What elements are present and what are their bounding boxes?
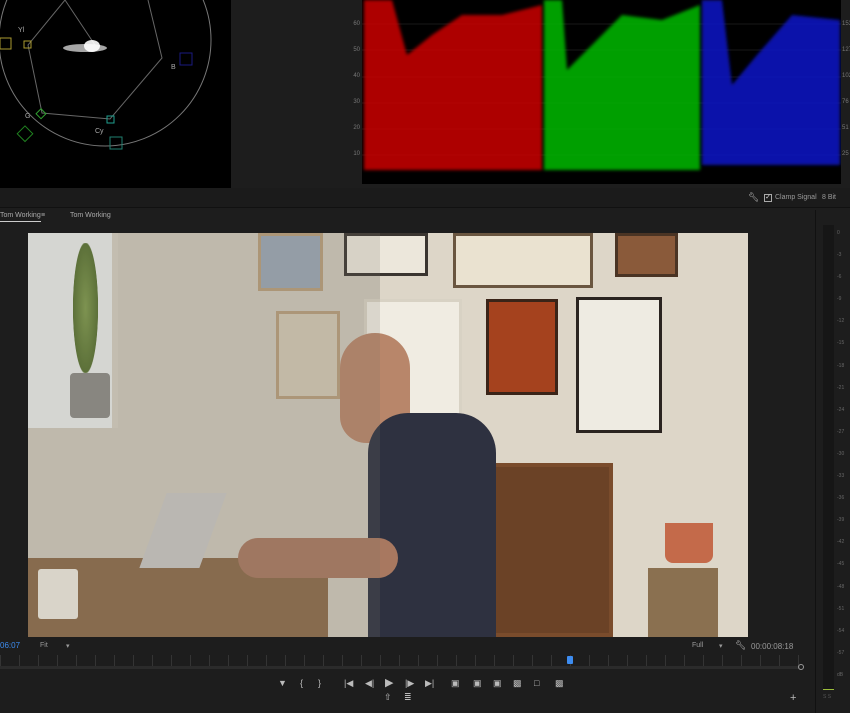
- vector-label-blue: B: [171, 64, 176, 71]
- monitor-tabs: Tom Working ≡ Tom Working: [0, 208, 815, 228]
- vectorscope-panel: Yl B G Cy: [0, 0, 231, 188]
- meter-bar: [823, 225, 834, 690]
- rgb-parade-waveform: [362, 0, 841, 184]
- vector-label-cyan: Cy: [95, 128, 104, 135]
- meter-scale: 0 -3 -6 -9 -12 -15 -18 -21 -24 -27 -30 -33 -36 -39 -42…: [837, 230, 845, 678]
- wrench-icon[interactable]: 🔧︎: [748, 192, 759, 203]
- tab-tom-working-active[interactable]: Tom Working: [0, 212, 41, 222]
- parade-graph: [362, 0, 841, 170]
- insert-icon[interactable]: ▩: [513, 678, 522, 689]
- solo-buttons[interactable]: S S: [823, 694, 831, 700]
- vector-label-yellow: Yl: [18, 27, 25, 34]
- clamp-signal-checkbox[interactable]: ✓: [764, 194, 772, 202]
- extract-icon[interactable]: ▣: [473, 678, 482, 689]
- bit-depth-select[interactable]: 8 Bit: [822, 194, 836, 201]
- person-body: [368, 413, 496, 637]
- go-to-out-icon[interactable]: ▶|: [425, 678, 434, 689]
- chevron-down-icon[interactable]: ▾: [719, 642, 723, 650]
- tab-tom-working[interactable]: Tom Working: [70, 212, 111, 219]
- add-button-plus-icon[interactable]: +: [790, 692, 796, 704]
- audio-meter: 0 -3 -6 -9 -12 -15 -18 -21 -24 -27 -30 -33 -36 -39 -42…: [820, 222, 850, 702]
- overlay-icon[interactable]: □: [534, 678, 539, 688]
- green-channel: [544, 0, 700, 170]
- red-channel: [364, 0, 542, 170]
- add-marker-icon[interactable]: ▼: [278, 678, 287, 688]
- chevron-down-icon[interactable]: ▾: [66, 642, 70, 650]
- comparison-view-icon[interactable]: ▩: [555, 678, 564, 689]
- play-icon[interactable]: ▶: [385, 676, 393, 689]
- waveform-right-scale: 153127102765125: [842, 21, 850, 157]
- stool: [648, 568, 718, 637]
- waveform-left-scale: 60 50 40 30 20 10: [353, 21, 360, 157]
- vector-label-green: G: [25, 113, 31, 120]
- duration-timecode: 00:00:08:18: [751, 642, 794, 651]
- frame-art: [453, 233, 593, 288]
- playhead-timecode[interactable]: 06:07: [0, 641, 20, 650]
- frame-art: [576, 297, 662, 433]
- settings-wrench-icon[interactable]: 🔧︎: [735, 640, 746, 651]
- step-forward-icon[interactable]: |▶: [405, 678, 414, 689]
- scrub-bar[interactable]: [0, 666, 800, 669]
- trim-icon[interactable]: ≣: [404, 692, 412, 703]
- go-to-in-icon[interactable]: |◀: [344, 678, 353, 689]
- step-back-icon[interactable]: ◀|: [365, 678, 374, 689]
- zoom-fit-select[interactable]: Fit: [40, 642, 48, 649]
- zoom-handle[interactable]: [798, 664, 804, 670]
- tab-menu-icon[interactable]: ≡: [41, 212, 45, 219]
- mark-out-icon[interactable]: }: [318, 678, 321, 688]
- export-icon[interactable]: ⇧: [384, 692, 392, 703]
- mark-in-icon[interactable]: {: [300, 678, 303, 688]
- comparison-overlay: [28, 233, 380, 637]
- resolution-select[interactable]: Full: [692, 642, 703, 649]
- vectorscope-graticule: [0, 0, 212, 150]
- bookshelf: [488, 463, 613, 637]
- clamp-signal-label: Clamp Signal: [775, 194, 817, 201]
- lift-icon[interactable]: ▣: [451, 678, 460, 689]
- terracotta-pot: [665, 523, 713, 563]
- blue-channel: [702, 0, 840, 165]
- program-monitor-video[interactable]: [28, 233, 748, 637]
- frame-art: [615, 233, 678, 277]
- playhead[interactable]: [567, 656, 573, 664]
- panel-divider: [815, 210, 816, 713]
- export-frame-camera-icon[interactable]: ▣: [493, 678, 502, 689]
- scope-toolbar: 🔧︎ ✓ Clamp Signal 8 Bit: [0, 188, 850, 208]
- frame-art: [486, 299, 558, 395]
